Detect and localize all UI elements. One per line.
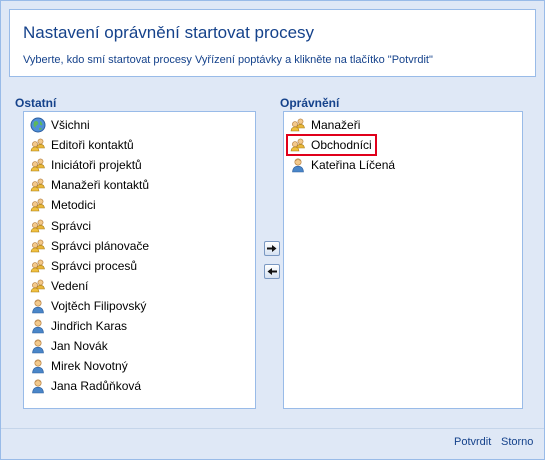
user-icon bbox=[30, 358, 46, 374]
user-icon bbox=[290, 157, 306, 173]
list-item-label: Manažeři kontaktů bbox=[51, 178, 150, 193]
list-item-label: Vojtěch Filipovský bbox=[51, 298, 147, 313]
list-item-label: Správci procesů bbox=[51, 258, 138, 273]
list-item[interactable]: Správci bbox=[28, 217, 94, 235]
permissions-dialog: Nastavení oprávnění startovat procesy Vy… bbox=[0, 0, 545, 460]
group-icon bbox=[30, 278, 46, 294]
group-icon bbox=[30, 258, 46, 274]
remove-from-permitted-button[interactable] bbox=[264, 264, 280, 279]
list-item-label: Obchodníci bbox=[311, 138, 372, 153]
list-item[interactable]: Jana Radůňková bbox=[28, 377, 144, 395]
dialog-footer: Potvrdit Storno bbox=[1, 428, 544, 454]
group-icon bbox=[30, 177, 46, 193]
others-list[interactable]: Všichni Editoři kontaktů Iniciátoři projek… bbox=[23, 111, 256, 409]
user-icon bbox=[30, 338, 46, 354]
list-item[interactable]: Vojtěch Filipovský bbox=[28, 297, 149, 315]
list-item[interactable]: Vedení bbox=[28, 277, 91, 295]
list-item[interactable]: Kateřina Líčená bbox=[288, 156, 398, 174]
user-icon bbox=[30, 298, 46, 314]
dialog-subtitle: Vyberte, kdo smí startovat procesy Vyříz… bbox=[23, 54, 433, 66]
permitted-list[interactable]: Manažeři Obchodníci Kateřina Líčená bbox=[283, 111, 523, 409]
others-list-title: Ostatní bbox=[15, 96, 57, 110]
list-item[interactable]: Manažeři kontaktů bbox=[28, 176, 152, 194]
list-item-label: Metodici bbox=[51, 198, 96, 213]
list-item[interactable]: Iniciátoři projektů bbox=[28, 156, 145, 174]
list-item[interactable]: Jindřich Karas bbox=[28, 317, 130, 335]
list-item-label: Mirek Novotný bbox=[51, 359, 128, 374]
list-item[interactable]: Správci plánovače bbox=[28, 237, 152, 255]
list-item[interactable]: Metodici bbox=[28, 196, 99, 214]
list-item-label: Editoři kontaktů bbox=[51, 138, 134, 153]
group-icon bbox=[290, 117, 306, 133]
group-icon bbox=[30, 197, 46, 213]
dialog-header: Nastavení oprávnění startovat procesy Vy… bbox=[9, 9, 536, 77]
group-icon bbox=[30, 157, 46, 173]
list-item-label: Kateřina Líčená bbox=[311, 158, 396, 173]
list-item-label: Jan Novák bbox=[51, 339, 108, 354]
list-item-label: Iniciátoři projektů bbox=[51, 158, 142, 173]
list-item[interactable]: Obchodníci bbox=[286, 134, 377, 157]
list-item-label: Jana Radůňková bbox=[51, 379, 142, 394]
list-item[interactable]: Manažeři bbox=[288, 116, 363, 134]
list-item[interactable]: Správci procesů bbox=[28, 257, 140, 275]
group-icon bbox=[290, 137, 306, 153]
add-to-permitted-button[interactable] bbox=[264, 241, 280, 256]
dialog-title: Nastavení oprávnění startovat procesy bbox=[23, 23, 315, 42]
group-icon bbox=[30, 218, 46, 234]
cancel-button[interactable]: Storno bbox=[501, 436, 533, 448]
group-icon bbox=[30, 238, 46, 254]
globe-icon bbox=[30, 117, 46, 133]
list-item-label: Jindřich Karas bbox=[51, 319, 128, 333]
list-item[interactable]: Všichni bbox=[28, 116, 93, 134]
list-item[interactable]: Mirek Novotný bbox=[28, 357, 131, 375]
list-item-label: Správci bbox=[51, 218, 92, 233]
arrow-left-icon bbox=[267, 268, 277, 275]
confirm-button[interactable]: Potvrdit bbox=[454, 436, 491, 448]
list-item-label: Vedení bbox=[51, 278, 89, 293]
permitted-list-title: Oprávnění bbox=[280, 96, 340, 110]
arrow-right-icon bbox=[267, 245, 277, 252]
group-icon bbox=[30, 137, 46, 153]
user-icon bbox=[30, 378, 46, 394]
list-item-label: Správci plánovače bbox=[51, 238, 150, 253]
list-item[interactable]: Jan Novák bbox=[28, 337, 111, 355]
list-item-label: Manažeři bbox=[311, 118, 361, 132]
list-item-label: Všichni bbox=[51, 118, 90, 132]
list-item[interactable]: Editoři kontaktů bbox=[28, 136, 137, 154]
user-icon bbox=[30, 318, 46, 334]
